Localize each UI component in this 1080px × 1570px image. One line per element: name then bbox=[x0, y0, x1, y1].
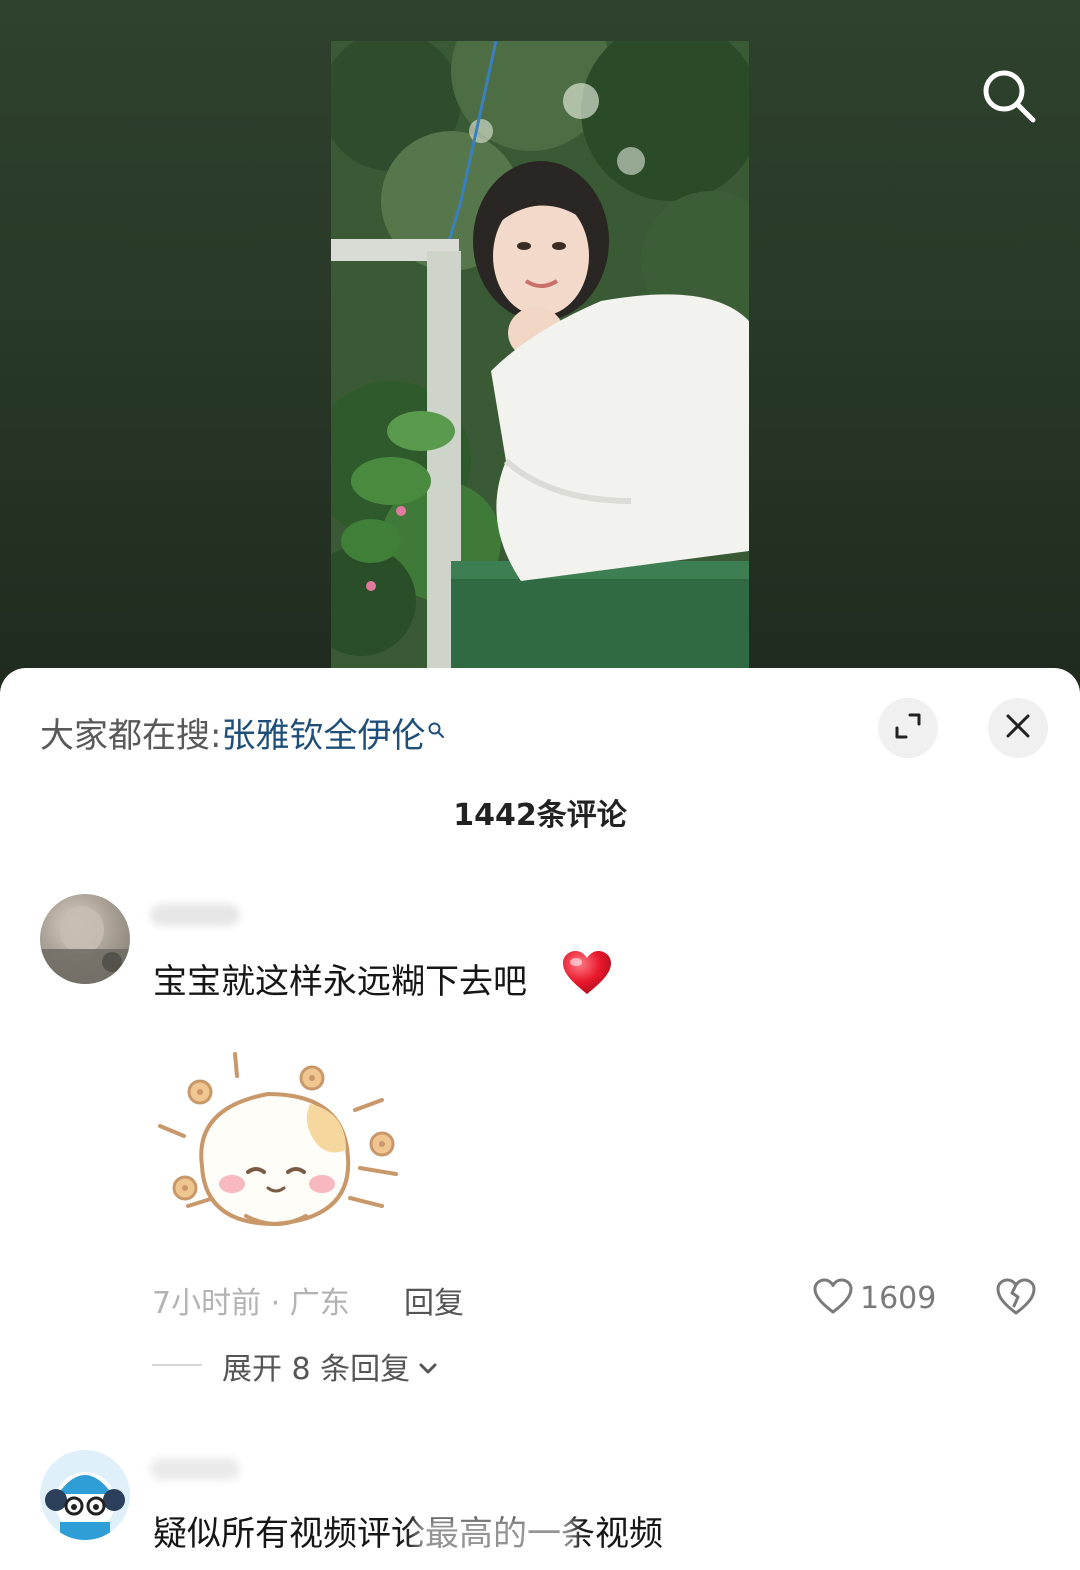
comment-sheet: 大家都在搜:张雅钦全伊伦 1442条评论 宝宝就这样永远糊下去吧 7小时前 · … bbox=[0, 668, 1080, 1570]
like-count: 1609 bbox=[860, 1280, 937, 1316]
red-heart-emoji bbox=[562, 950, 612, 996]
close-icon bbox=[1004, 712, 1032, 744]
close-button[interactable] bbox=[988, 698, 1048, 758]
video-frame-image bbox=[331, 41, 749, 673]
hot-search-prefix: 大家都在搜: bbox=[40, 716, 222, 756]
reply-button[interactable]: 回复 bbox=[404, 1278, 464, 1322]
expand-button[interactable] bbox=[878, 698, 938, 758]
broken-heart-icon bbox=[994, 1278, 1038, 1320]
comment-count: 1442条评论 bbox=[453, 798, 627, 833]
expand-icon bbox=[893, 711, 923, 745]
username-blurred[interactable] bbox=[150, 904, 240, 926]
chevron-down-icon bbox=[418, 1349, 438, 1384]
expand-divider bbox=[152, 1364, 202, 1366]
search-small-icon bbox=[427, 708, 445, 748]
avatar[interactable] bbox=[40, 1450, 130, 1540]
username-blurred[interactable] bbox=[150, 1458, 240, 1480]
comment-meta: 7小时前 · 广东 bbox=[152, 1286, 350, 1321]
like-button[interactable]: 1609 bbox=[812, 1276, 936, 1320]
cute-bun-sticker[interactable] bbox=[150, 1048, 405, 1238]
hot-search-bar[interactable]: 大家都在搜:张雅钦全伊伦 bbox=[40, 708, 445, 757]
video-player[interactable] bbox=[331, 41, 749, 673]
expand-replies-label: 展开 8 条回复 bbox=[222, 1352, 411, 1387]
comment-text: 宝宝就这样永远糊下去吧 bbox=[153, 962, 527, 1002]
heart-outline-icon bbox=[812, 1277, 854, 1319]
comment-text: 疑似所有视频评论最高的一条视频 bbox=[153, 1514, 663, 1554]
search-icon[interactable] bbox=[978, 64, 1040, 126]
dislike-button[interactable] bbox=[994, 1276, 1038, 1320]
overlay-blur bbox=[415, 1516, 575, 1556]
avatar[interactable] bbox=[40, 894, 130, 984]
hot-search-term[interactable]: 张雅钦全伊伦 bbox=[221, 716, 425, 756]
expand-replies-button[interactable]: 展开 8 条回复 bbox=[222, 1344, 438, 1388]
